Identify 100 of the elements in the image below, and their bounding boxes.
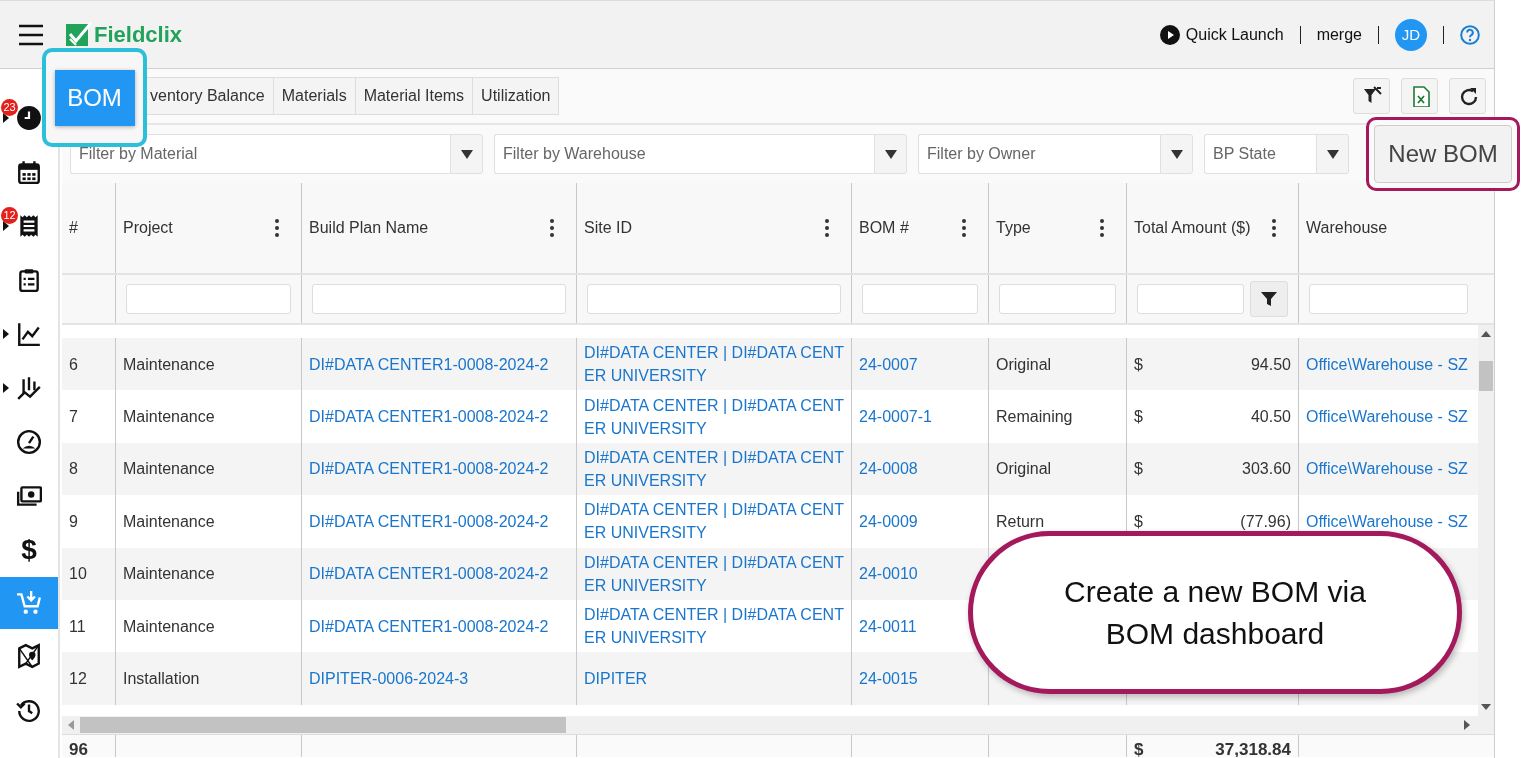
table-link[interactable]: DI#DATA CENTER1-0008-2024-2 [309, 405, 549, 429]
dropdown-button[interactable] [1160, 134, 1193, 174]
table-cell-text: 9 [69, 511, 78, 532]
horizontal-scrollbar[interactable] [62, 716, 1494, 734]
table-cell-text: Maintenance [123, 564, 215, 585]
table-cell-text: 11 [69, 616, 86, 637]
calendar-icon [16, 159, 42, 185]
table-link[interactable]: DI#DATA CENTER1-0008-2024-2 [309, 509, 549, 533]
quick-launch-button[interactable]: Quick Launch [1159, 24, 1284, 45]
table-link[interactable]: DI#DATA CENTER | DI#DATA CENTER UNIVERSITY [584, 603, 844, 650]
expand-arrow-icon[interactable] [3, 329, 9, 339]
dropdown-field[interactable]: BP State [1204, 134, 1316, 174]
vertical-scrollbar[interactable] [1478, 325, 1494, 716]
table-cell-text: 96 [69, 739, 88, 757]
help-icon[interactable] [1460, 24, 1480, 45]
clipboard-icon [16, 267, 42, 293]
scrollbar-thumb[interactable] [80, 717, 566, 733]
table-link[interactable]: 24-0015 [859, 667, 918, 691]
amount-value: 37,318.84 [1215, 739, 1291, 757]
tab[interactable]: Material Items [355, 77, 474, 115]
table-link[interactable]: DI#DATA CENTER | DI#DATA CENTER UNIVERSITY [584, 550, 844, 597]
table-link[interactable]: DI#DATA CENTER1-0008-2024-2 [309, 352, 549, 376]
caret-icon [1326, 149, 1339, 159]
table-link[interactable]: DI#DATA CENTER | DI#DATA CENTER UNIVERSITY [584, 393, 844, 440]
table-cell-text: Remaining [996, 407, 1073, 428]
dropdown-button[interactable] [450, 134, 483, 174]
column-header: Build Plan Name [309, 219, 429, 237]
dropdown-field[interactable]: Filter by Material [70, 134, 450, 174]
more-icon[interactable] [275, 219, 279, 237]
callout-text: Create a new BOM via BOM dashboard [1063, 573, 1367, 652]
more-icon[interactable] [550, 219, 554, 237]
up-arrow-icon[interactable] [1481, 331, 1491, 337]
dropdown-field[interactable]: Filter by Warehouse [494, 134, 874, 174]
table-cell-text: Maintenance [123, 407, 215, 428]
play-icon [1159, 24, 1180, 45]
table-link[interactable]: Office\Warehouse - SZ [1306, 457, 1468, 481]
filter-field[interactable] [1137, 284, 1244, 314]
user-avatar[interactable]: JD [1395, 18, 1427, 51]
tab[interactable]: BOM [54, 69, 135, 126]
down-arrow-icon[interactable] [1481, 704, 1491, 710]
table-cell-text: 6 [69, 354, 78, 375]
filter-field[interactable] [999, 284, 1116, 314]
table-link[interactable]: DI#DATA CENTER1-0008-2024-2 [309, 457, 549, 481]
new-bom-button[interactable]: New BOM [1374, 125, 1512, 183]
amount-value: 40.50 [1250, 407, 1291, 428]
toolbar-button[interactable] [1353, 78, 1390, 114]
table-link[interactable]: DI#DATA CENTER1-0008-2024-2 [309, 562, 549, 586]
filter-field[interactable] [126, 284, 291, 314]
table-cell-text: Maintenance [123, 354, 215, 375]
dropdown-field[interactable]: Filter by Owner [918, 134, 1160, 174]
table-link[interactable]: 24-0007 [859, 352, 918, 376]
filter-field[interactable] [587, 284, 841, 314]
table-link[interactable]: 24-0010 [859, 562, 918, 586]
column-header: # [69, 219, 78, 237]
table-link[interactable]: DI#DATA CENTER | DI#DATA CENTER UNIVERSITY [584, 445, 844, 492]
scrollbar-thumb[interactable] [1479, 361, 1493, 391]
dropdown-button[interactable] [1316, 134, 1349, 174]
expand-arrow-icon[interactable] [3, 113, 9, 123]
column-header: Warehouse [1306, 219, 1388, 237]
table-link[interactable]: DI#DATA CENTER | DI#DATA CENTER UNIVERSITY [584, 498, 844, 545]
right-arrow-icon[interactable] [1464, 720, 1470, 730]
table-link[interactable]: Office\Warehouse - SZ [1306, 405, 1468, 429]
filter-field[interactable] [312, 284, 566, 314]
toolbar-button[interactable] [1449, 78, 1486, 114]
expand-arrow-icon[interactable] [3, 221, 9, 231]
currency-symbol: $ [1134, 407, 1143, 428]
menu-icon[interactable] [18, 23, 44, 46]
chart-icon [16, 375, 42, 401]
table-link[interactable]: 24-0011 [859, 614, 917, 638]
caret-icon [460, 149, 473, 159]
filter-field[interactable] [1309, 284, 1468, 314]
caret-icon [1170, 149, 1183, 159]
table-cell-text: Return [996, 511, 1045, 532]
table-cell-text: Original [996, 459, 1052, 480]
more-icon[interactable] [962, 219, 966, 237]
account-name[interactable]: merge [1316, 25, 1362, 44]
table-link[interactable]: Office\Warehouse - SZ [1306, 352, 1468, 376]
expand-arrow-icon[interactable] [3, 383, 9, 393]
table-link[interactable]: DI#DATA CENTER1-0008-2024-2 [309, 614, 549, 638]
map-icon [16, 643, 42, 669]
table-link[interactable]: Office\Warehouse - SZ [1306, 509, 1468, 533]
count-badge: 12 [1, 207, 18, 224]
table-link[interactable]: DIPITER-0006-2024-3 [309, 667, 469, 691]
more-icon[interactable] [1272, 219, 1276, 237]
table-cell-text: 12 [69, 669, 87, 690]
dropdown-button[interactable] [874, 134, 907, 174]
table-link[interactable]: DI#DATA CENTER | DI#DATA CENTER UNIVERSITY [584, 341, 844, 388]
tab[interactable]: Materials [273, 77, 356, 115]
table-link[interactable]: 24-0007-1 [859, 405, 932, 429]
table-link[interactable]: 24-0009 [859, 509, 918, 533]
table-link[interactable]: 24-0008 [859, 457, 918, 481]
currency-symbol: $ [1134, 739, 1144, 757]
tab[interactable]: Utilization [473, 77, 560, 115]
table-link[interactable]: DIPITER [584, 667, 648, 691]
more-icon[interactable] [1100, 219, 1104, 237]
column-header: Project [123, 219, 173, 237]
filter-button[interactable] [1250, 281, 1288, 317]
filter-field[interactable] [862, 284, 978, 314]
more-icon[interactable] [825, 219, 829, 237]
column-header: BOM # [859, 219, 909, 237]
